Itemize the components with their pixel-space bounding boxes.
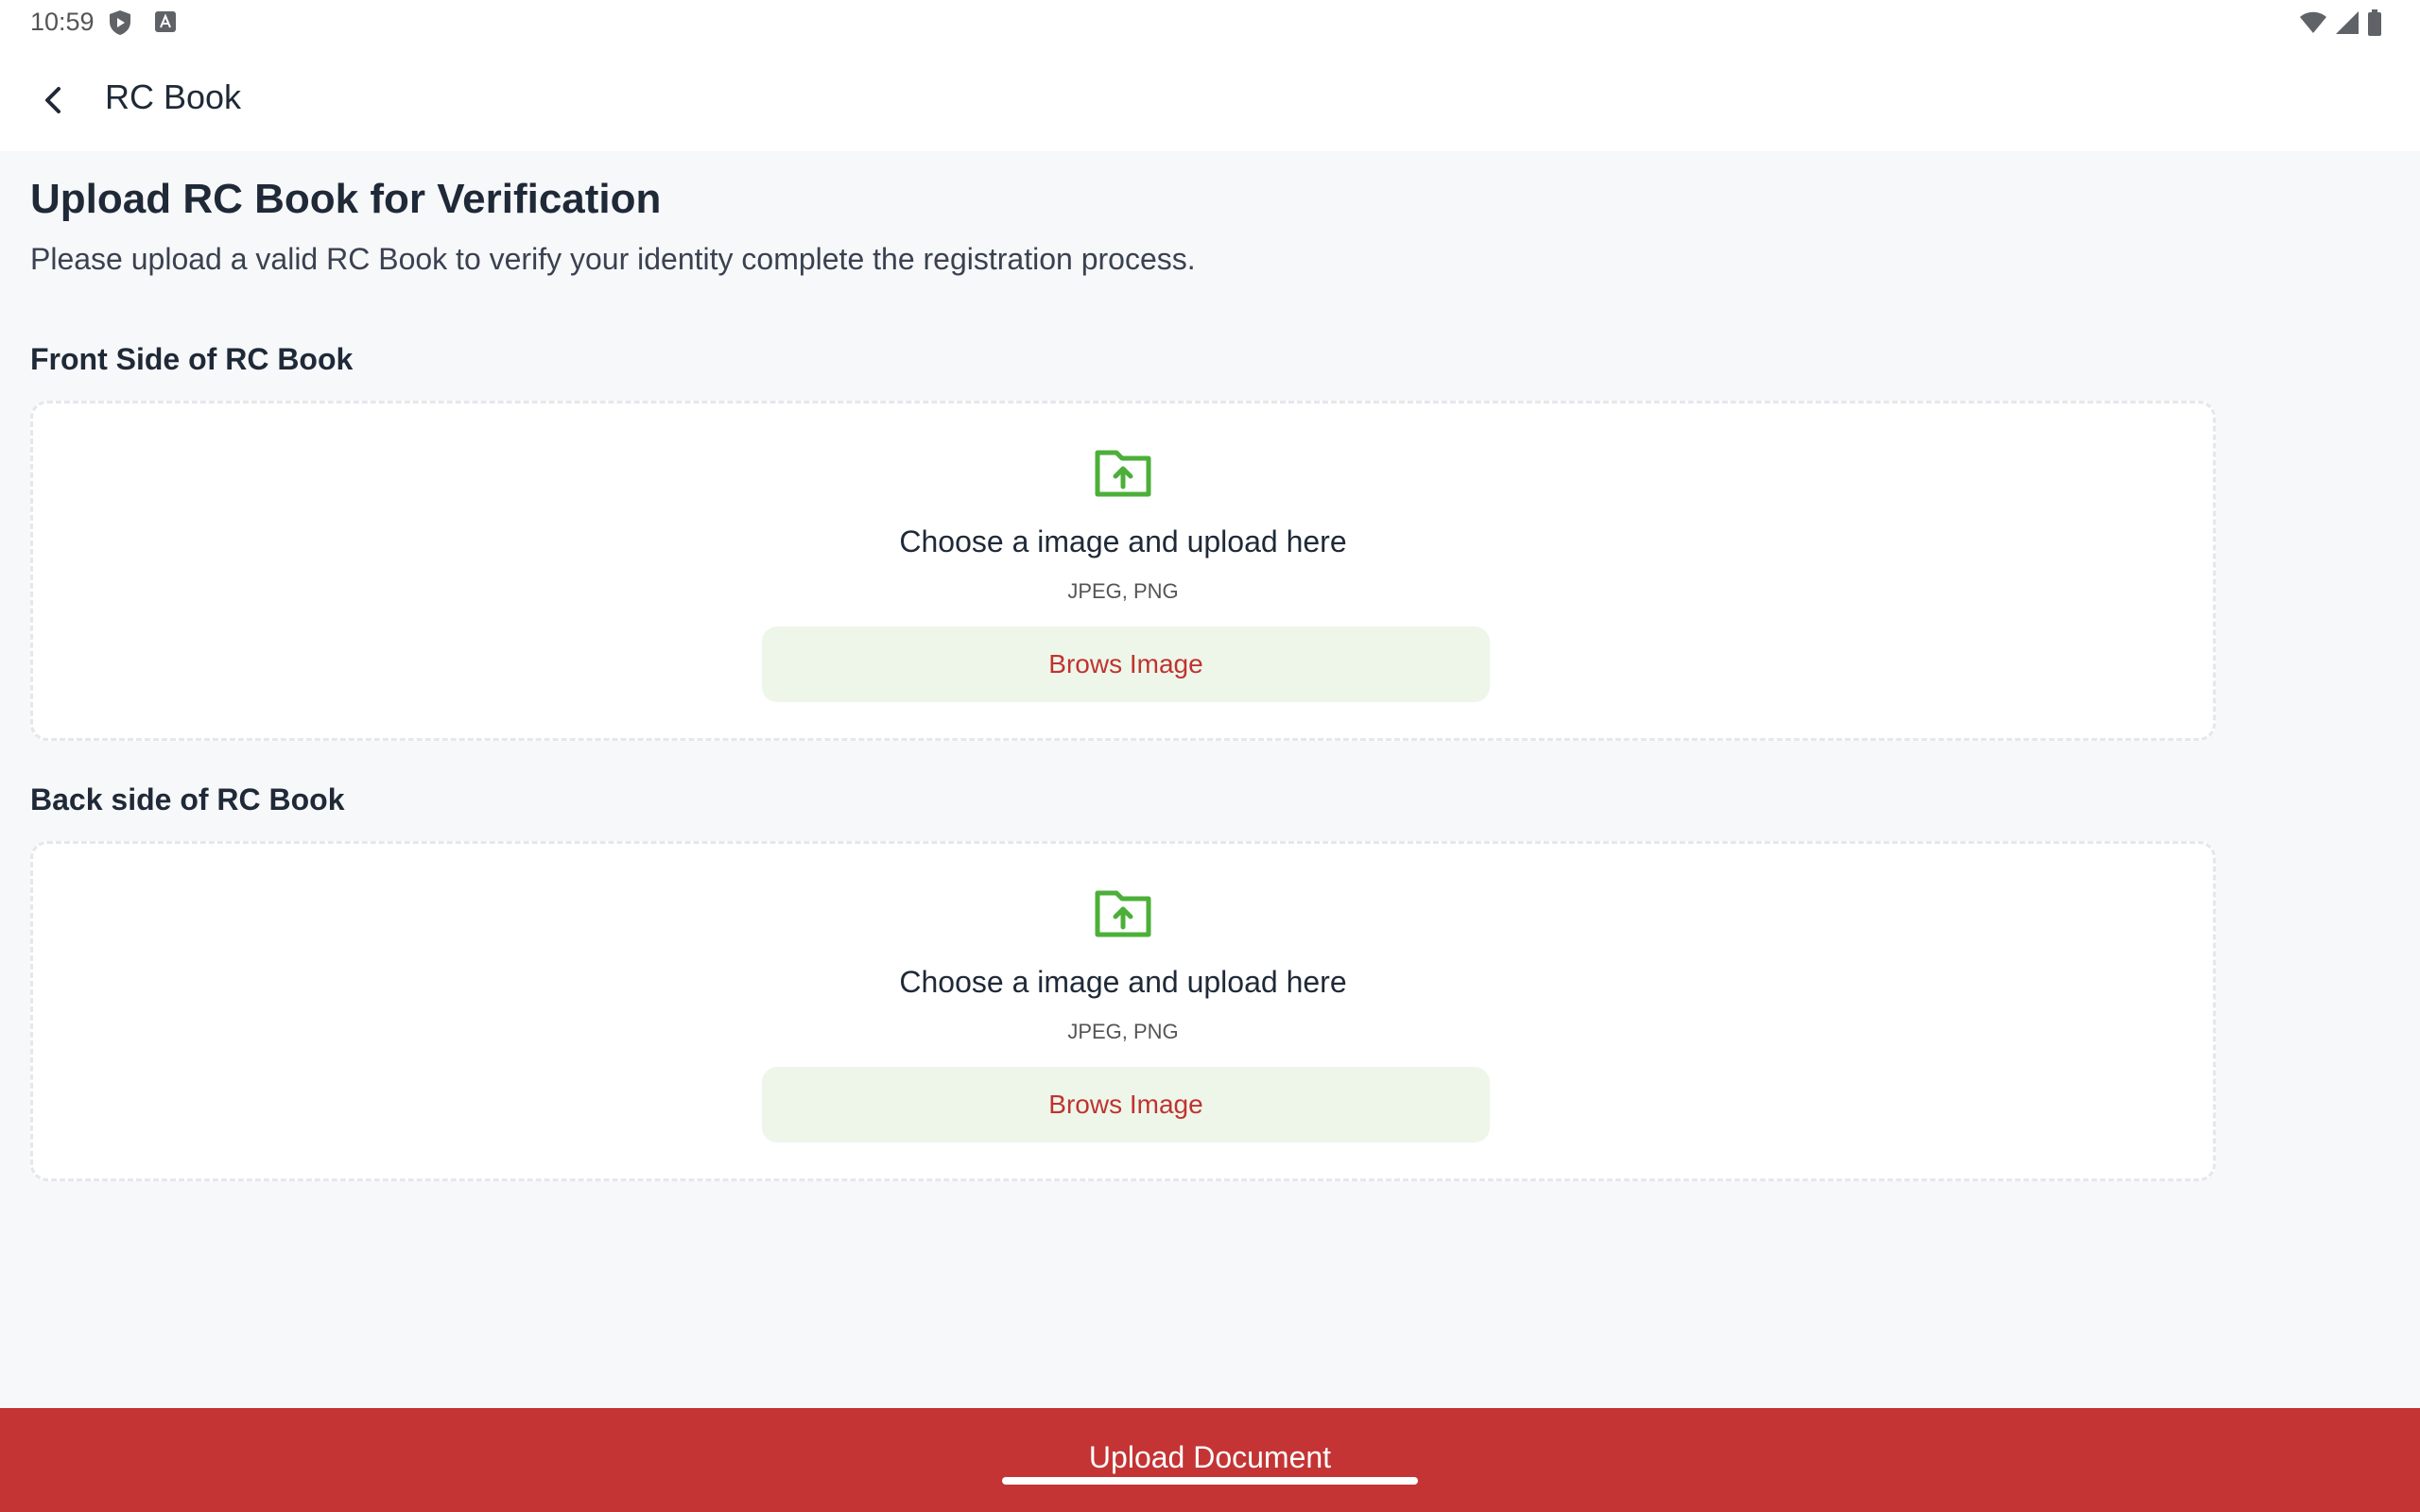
upload-prompt: Choose a image and upload here	[899, 965, 1347, 999]
gesture-nav-handle[interactable]	[1002, 1477, 1418, 1485]
front-side-label: Front Side of RC Book	[30, 342, 354, 376]
upload-document-button[interactable]: Upload Document	[0, 1408, 2420, 1512]
folder-upload-icon	[1095, 890, 1151, 937]
wifi-icon	[2300, 11, 2326, 33]
folder-upload-icon	[1095, 450, 1151, 497]
app-bar: RC Book	[0, 45, 2420, 151]
shield-play-icon	[110, 10, 130, 35]
page-title: Upload RC Book for Verification	[30, 176, 662, 222]
battery-icon	[2368, 9, 2381, 36]
upload-formats: JPEG, PNG	[1067, 579, 1179, 603]
status-right-icons	[2299, 9, 2382, 36]
back-browse-image-button[interactable]: Brows Image	[762, 1067, 1490, 1143]
upload-document-label: Upload Document	[1088, 1440, 1332, 1474]
back-side-upload-area[interactable]: Choose a image and upload here JPEG, PNG…	[30, 841, 2216, 1181]
front-browse-image-button[interactable]: Brows Image	[762, 627, 1490, 702]
arrow-back-icon	[45, 87, 60, 113]
back-side-label: Back side of RC Book	[30, 782, 345, 816]
upload-formats: JPEG, PNG	[1067, 1020, 1179, 1043]
page-description: Please upload a valid RC Book to verify …	[30, 242, 1196, 276]
font-a-icon	[155, 11, 176, 32]
status-time: 10:59	[30, 8, 95, 36]
signal-icon	[2336, 11, 2359, 34]
front-side-upload-area[interactable]: Choose a image and upload here JPEG, PNG…	[30, 401, 2216, 741]
upload-prompt: Choose a image and upload here	[899, 524, 1347, 558]
status-bar: 10:59	[0, 0, 2420, 45]
app-bar-title: RC Book	[105, 77, 242, 116]
back-button[interactable]	[26, 74, 79, 127]
